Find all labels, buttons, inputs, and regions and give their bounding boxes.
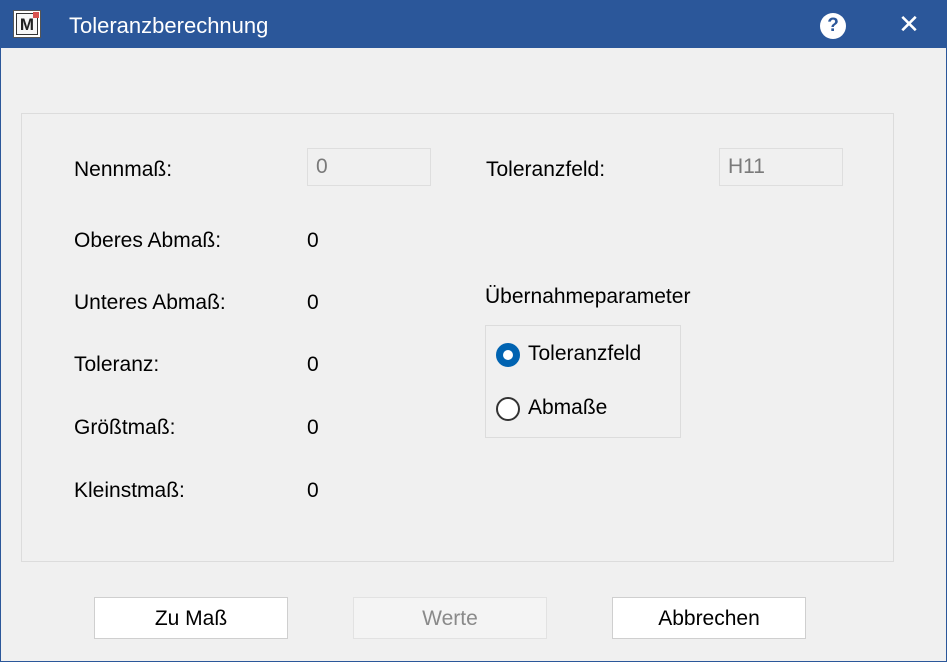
title-bar[interactable]: M Toleranzberechnung ? ✕ [1, 1, 946, 48]
unteres-abmass-value: 0 [307, 291, 319, 314]
radio-label-abmasse: Abmaße [528, 396, 608, 419]
groesstmass-label: Größtmaß: [74, 416, 176, 439]
uebernahmeparameter-heading: Übernahmeparameter [485, 285, 691, 308]
kleinstmass-value: 0 [307, 479, 319, 502]
abbrechen-button[interactable]: Abbrechen [612, 597, 806, 639]
oberes-abmass-value: 0 [307, 229, 319, 252]
app-icon: M [13, 10, 41, 38]
radio-label-toleranzfeld: Toleranzfeld [528, 342, 642, 365]
help-icon[interactable]: ? [820, 13, 846, 39]
close-icon[interactable]: ✕ [894, 9, 924, 39]
oberes-abmass-label: Oberes Abmaß: [74, 229, 222, 252]
dialog-window: M Toleranzberechnung ? ✕ Nennmaß: Tolera… [0, 0, 947, 662]
toleranzfeld-label: Toleranzfeld: [486, 158, 606, 181]
toleranzfeld-input[interactable] [719, 148, 843, 186]
zu-mass-button[interactable]: Zu Maß [94, 597, 288, 639]
nennmass-label: Nennmaß: [74, 158, 173, 181]
toleranz-value: 0 [307, 353, 319, 376]
toleranz-label: Toleranz: [74, 353, 160, 376]
groesstmass-value: 0 [307, 416, 319, 439]
kleinstmass-label: Kleinstmaß: [74, 479, 185, 502]
radio-checked-icon[interactable] [496, 343, 520, 367]
werte-button[interactable]: Werte [353, 597, 547, 639]
unteres-abmass-label: Unteres Abmaß: [74, 291, 226, 314]
radio-unchecked-icon[interactable] [496, 397, 520, 421]
window-title: Toleranzberechnung [69, 13, 269, 38]
nennmass-input[interactable] [307, 148, 431, 186]
app-icon-badge [33, 12, 39, 18]
uebernahmeparameter-group: Toleranzfeld Abmaße [485, 325, 681, 438]
